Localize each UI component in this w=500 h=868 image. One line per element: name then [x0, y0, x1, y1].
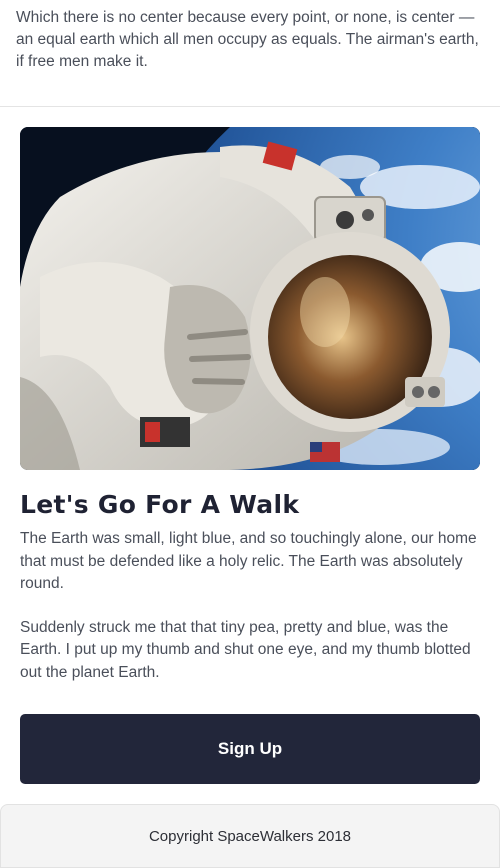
footer: Copyright SpaceWalkers 2018: [0, 804, 500, 868]
footer-copyright: Copyright SpaceWalkers 2018: [148, 827, 352, 845]
sign-up-button[interactable]: Sign Up: [20, 714, 480, 784]
card-paragraph: The Earth was small, light blue, and so …: [20, 530, 477, 592]
astronaut-image: [20, 127, 480, 470]
card-title: Let's Go For A Walk: [20, 490, 300, 519]
intro-text: Which there is no center because every p…: [16, 9, 479, 70]
section-divider: [0, 106, 500, 107]
content-card: Let's Go For A Walk The Earth was small,…: [20, 127, 480, 684]
card-paragraph: Suddenly struck me that that tiny pea, p…: [20, 618, 471, 681]
